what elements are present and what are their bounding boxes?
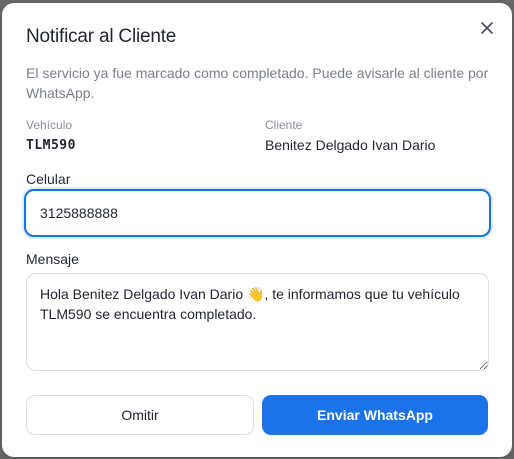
dialog-title: Notificar al Cliente: [26, 26, 177, 47]
dialog-description: El servicio ya fue marcado como completa…: [26, 65, 489, 101]
vehicle-plate: TLM590: [26, 138, 76, 153]
client-label: Cliente: [265, 118, 303, 132]
notify-client-dialog: Notificar al Cliente El servicio ya fue …: [2, 3, 512, 457]
phone-label: Celular: [26, 171, 71, 187]
vehicle-label: Vehículo: [26, 118, 73, 132]
client-info: Cliente Benitez Delgado Ivan Dario: [265, 118, 435, 154]
skip-button[interactable]: Omitir: [26, 395, 254, 435]
close-button[interactable]: [476, 17, 498, 39]
message-textarea[interactable]: Hola Benitez Delgado Ivan Dario 👋, te in…: [26, 273, 489, 371]
close-icon: [481, 22, 493, 34]
send-whatsapp-button[interactable]: Enviar WhatsApp: [262, 395, 488, 435]
message-label: Mensaje: [26, 251, 79, 267]
client-name: Benitez Delgado Ivan Dario: [265, 137, 436, 153]
phone-input[interactable]: [24, 189, 491, 237]
vehicle-info: Vehículo TLM590: [26, 118, 76, 154]
